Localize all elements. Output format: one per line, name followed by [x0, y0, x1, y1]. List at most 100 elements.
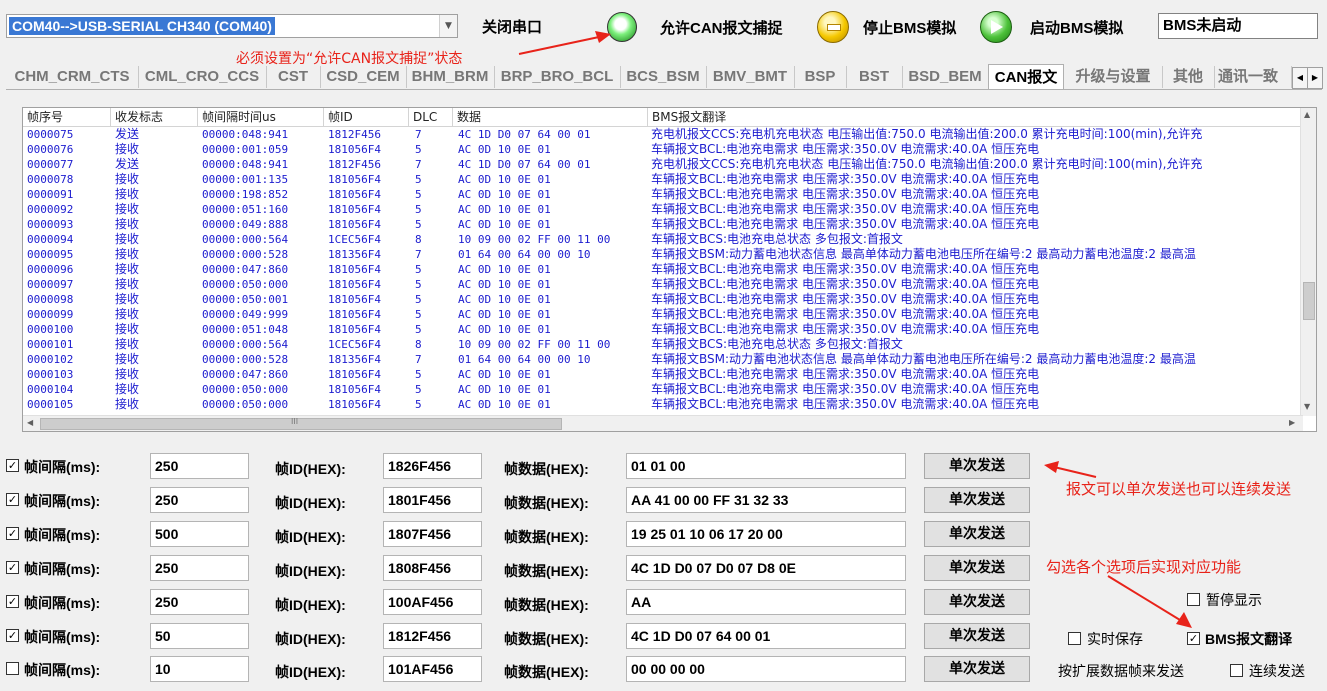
table-row[interactable]: 0000075 发送 00000:048:941 1812F456 7 4C 1D D0 …	[23, 127, 1303, 142]
tab-bsp[interactable]: BSP	[794, 66, 847, 88]
frame-id-input[interactable]: 1812F456	[383, 623, 482, 649]
table-row[interactable]: 0000099 接收 00000:049:999 181056F4 5 AC 0D 10 …	[23, 307, 1303, 322]
frame-data-input[interactable]: 4C 1D D0 07 64 00 01	[626, 623, 906, 649]
table-row[interactable]: 0000095 接收 00000:000:528 181356F4 7 01 64 00 …	[23, 247, 1303, 262]
horizontal-scrollbar[interactable]: ◀ III ▶	[23, 415, 1303, 431]
frame-id-input[interactable]: 1808F456	[383, 555, 482, 581]
tab-cml-cro-ccs[interactable]: CML_CRO_CCS	[138, 66, 267, 88]
enable-row-checkbox[interactable]: ✓	[6, 493, 19, 506]
tab-bhm-brm[interactable]: BHM_BRM	[406, 66, 495, 88]
table-row[interactable]: 0000076 接收 00000:001:059 181056F4 5 AC 0D 10 …	[23, 142, 1303, 157]
table-row[interactable]: 0000102 接收 00000:000:528 181356F4 7 01 64 00 …	[23, 352, 1303, 367]
stop-icon[interactable]	[817, 11, 849, 43]
tab-scroll-right-icon[interactable]: ▶	[1307, 67, 1323, 89]
table-row[interactable]: 0000078 接收 00000:001:135 181056F4 5 AC 0D 10 …	[23, 172, 1303, 187]
enable-row-checkbox[interactable]: ✓	[6, 595, 19, 608]
table-row[interactable]: 0000097 接收 00000:050:000 181056F4 5 AC 0D 10 …	[23, 277, 1303, 292]
frame-data-input[interactable]: 00 00 00 00	[626, 656, 906, 682]
table-row[interactable]: 0000101 接收 00000:000:564 1CEC56F4 8 10 09 00 …	[23, 337, 1303, 352]
tab-other[interactable]: 其他	[1162, 66, 1215, 88]
vertical-scrollbar[interactable]: ▲ ▼	[1300, 108, 1316, 416]
single-send-button[interactable]: 单次发送	[924, 623, 1030, 649]
frame-data-input[interactable]: 19 25 01 10 06 17 20 00	[626, 521, 906, 547]
tab-upgrade-settings[interactable]: 升级与设置	[1064, 66, 1163, 88]
tab-comm-consistency[interactable]: 通讯一致性	[1214, 66, 1292, 88]
start-bms-sim-button[interactable]: 启动BMS模拟	[1030, 17, 1123, 38]
frame-id-input[interactable]: 1807F456	[383, 521, 482, 547]
single-send-button[interactable]: 单次发送	[924, 656, 1030, 682]
col-frame-id[interactable]: 帧ID	[324, 108, 409, 126]
scroll-right-icon[interactable]: ▶	[1289, 418, 1295, 427]
pause-display-checkbox[interactable]	[1187, 593, 1200, 606]
frame-id-input[interactable]: 100AF456	[383, 589, 482, 615]
tab-bmv-bmt[interactable]: BMV_BMT	[706, 66, 795, 88]
realtime-save-checkbox[interactable]	[1068, 632, 1081, 645]
table-row[interactable]: 0000105 接收 00000:050:000 181056F4 5 AC 0D 10 …	[23, 397, 1303, 412]
interval-input[interactable]: 500	[150, 521, 249, 547]
enable-row-checkbox[interactable]: ✓	[6, 527, 19, 540]
frame-data-input[interactable]: 4C 1D D0 07 D0 07 D8 0E	[626, 555, 906, 581]
chevron-down-icon[interactable]: ▼	[439, 15, 457, 37]
table-row[interactable]: 0000104 接收 00000:050:000 181056F4 5 AC 0D 10 …	[23, 382, 1303, 397]
hscroll-thumb[interactable]: III	[40, 417, 562, 430]
tab-brp-bro-bcl[interactable]: BRP_BRO_BCL	[494, 66, 621, 88]
allow-can-capture-button[interactable]: 允许CAN报文捕捉	[660, 17, 783, 38]
tab-bsd-bem[interactable]: BSD_BEM	[902, 66, 989, 88]
table-row[interactable]: 0000100 接收 00000:051:048 181056F4 5 AC 0D 10 …	[23, 322, 1303, 337]
frame-id-input[interactable]: 1801F456	[383, 487, 482, 513]
single-send-button[interactable]: 单次发送	[924, 555, 1030, 581]
enable-row-checkbox[interactable]	[6, 662, 19, 675]
port-select[interactable]: COM40-->USB-SERIAL CH340 (COM40) ▼	[6, 14, 458, 38]
stop-bms-sim-button[interactable]: 停止BMS模拟	[863, 17, 956, 38]
interval-input[interactable]: 250	[150, 487, 249, 513]
tab-csd-cem[interactable]: CSD_CEM	[320, 66, 407, 88]
scroll-up-icon[interactable]: ▲	[1304, 110, 1310, 119]
enable-row-checkbox[interactable]: ✓	[6, 561, 19, 574]
col-bms-translation[interactable]: BMS报文翻译	[648, 108, 1303, 126]
table-row[interactable]: 0000092 接收 00000:051:160 181056F4 5 AC 0D 10 …	[23, 202, 1303, 217]
single-send-button[interactable]: 单次发送	[924, 589, 1030, 615]
tab-can-messages[interactable]: CAN报文	[988, 64, 1064, 90]
interval-input[interactable]: 250	[150, 555, 249, 581]
single-send-button[interactable]: 单次发送	[924, 453, 1030, 479]
col-dlc[interactable]: DLC	[409, 108, 453, 126]
col-data[interactable]: 数据	[453, 108, 648, 126]
table-row[interactable]: 0000098 接收 00000:050:001 181056F4 5 AC 0D 10 …	[23, 292, 1303, 307]
table-row[interactable]: 0000094 接收 00000:000:564 1CEC56F4 8 10 09 00 …	[23, 232, 1303, 247]
table-row[interactable]: 0000091 接收 00000:198:852 181056F4 5 AC 0D 10 …	[23, 187, 1303, 202]
tab-cst[interactable]: CST	[266, 66, 321, 88]
can-message-list[interactable]: 帧序号 收发标志 帧间隔时间us 帧ID DLC 数据 BMS报文翻译 0000…	[22, 107, 1317, 432]
col-frame-seq[interactable]: 帧序号	[23, 108, 111, 126]
scroll-left-icon[interactable]: ◀	[27, 418, 33, 427]
tab-bst[interactable]: BST	[846, 66, 903, 88]
single-send-button[interactable]: 单次发送	[924, 487, 1030, 513]
cell-frame-seq: 0000096	[27, 263, 74, 276]
interval-input[interactable]: 10	[150, 656, 249, 682]
cell-frame-id: 1812F456	[328, 158, 381, 171]
play-icon[interactable]	[980, 11, 1012, 43]
tab-bcs-bsm[interactable]: BCS_BSM	[620, 66, 707, 88]
tab-scroll-left-icon[interactable]: ◀	[1292, 67, 1308, 89]
scroll-down-icon[interactable]: ▼	[1304, 402, 1310, 411]
table-row[interactable]: 0000103 接收 00000:047:860 181056F4 5 AC 0D 10 …	[23, 367, 1303, 382]
frame-id-input[interactable]: 101AF456	[383, 656, 482, 682]
col-interval[interactable]: 帧间隔时间us	[198, 108, 324, 126]
frame-data-input[interactable]: 01 01 00	[626, 453, 906, 479]
tab-chm-crm-cts[interactable]: CHM_CRM_CTS	[6, 66, 139, 88]
interval-input[interactable]: 50	[150, 623, 249, 649]
frame-data-input[interactable]: AA	[626, 589, 906, 615]
col-direction[interactable]: 收发标志	[111, 108, 198, 126]
enable-row-checkbox[interactable]: ✓	[6, 459, 19, 472]
table-row[interactable]: 0000093 接收 00000:049:888 181056F4 5 AC 0D 10 …	[23, 217, 1303, 232]
interval-input[interactable]: 250	[150, 453, 249, 479]
table-row[interactable]: 0000077 发送 00000:048:941 1812F456 7 4C 1D D0 …	[23, 157, 1303, 172]
interval-input[interactable]: 250	[150, 589, 249, 615]
frame-data-input[interactable]: AA 41 00 00 FF 31 32 33	[626, 487, 906, 513]
frame-id-input[interactable]: 1826F456	[383, 453, 482, 479]
enable-row-checkbox[interactable]: ✓	[6, 629, 19, 642]
single-send-button[interactable]: 单次发送	[924, 521, 1030, 547]
continuous-send-checkbox[interactable]	[1230, 664, 1243, 677]
table-row[interactable]: 0000096 接收 00000:047:860 181056F4 5 AC 0D 10 …	[23, 262, 1303, 277]
bms-translate-checkbox[interactable]: ✓	[1187, 632, 1200, 645]
scroll-thumb[interactable]	[1303, 282, 1315, 320]
